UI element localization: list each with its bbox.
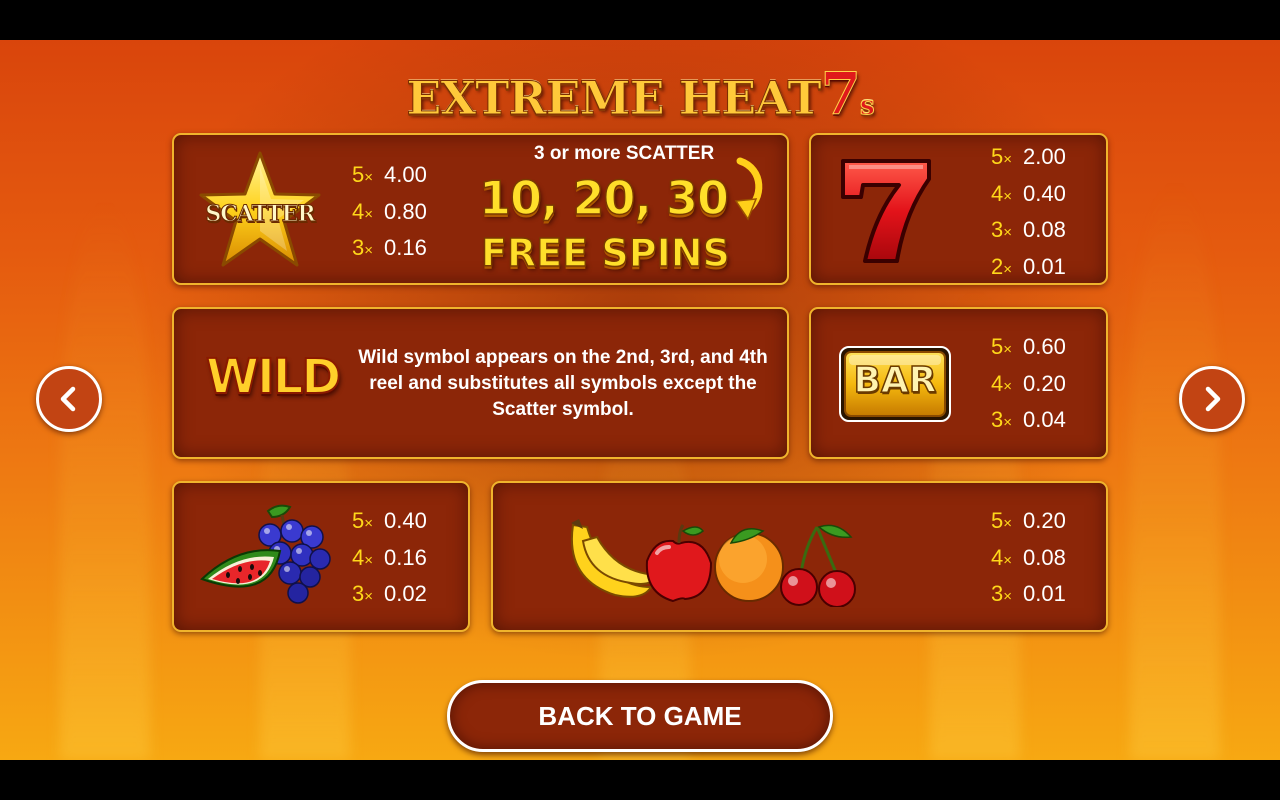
pay-row: 4× 0.40 xyxy=(991,180,1066,206)
pay-row: 3× 0.01 xyxy=(991,581,1066,606)
free-spins-label: FREE SPINS xyxy=(480,230,730,276)
back-to-game-label: BACK TO GAME xyxy=(538,700,742,731)
bar-paytable: 5× 0.60 4× 0.20 3× 0.04 xyxy=(991,330,1066,440)
flame-decoration xyxy=(1130,180,1220,760)
pay-row: 3× 0.02 xyxy=(352,581,427,606)
pay-row: 5× 0.20 xyxy=(991,508,1066,533)
pay-row: 2× 0.01 xyxy=(991,253,1066,279)
scatter-star-icon: SCATTER xyxy=(196,149,324,271)
scatter-paytable: 5× 4.00 4× 0.80 3× 0.16 xyxy=(352,158,427,268)
paytable-screen: EXTREME HEAT7s SCATTER 5× 4.00 4× 0.80 3× 0… xyxy=(0,40,1280,760)
curved-arrow-icon xyxy=(730,155,770,225)
pay-row: 3× 0.08 xyxy=(991,217,1066,242)
pay-row: 3× 0.16 xyxy=(352,235,427,260)
next-page-button[interactable] xyxy=(1179,366,1245,432)
chevron-left-icon xyxy=(60,386,76,412)
pay-row: 4× 0.80 xyxy=(352,198,427,224)
cherries-icon xyxy=(780,524,856,607)
wild-panel: WILD Wild symbol appears on the 2nd, 3rd… xyxy=(172,307,789,459)
bar-label: BAR xyxy=(853,359,938,402)
seven-paytable: 5× 2.00 4× 0.40 3× 0.08 2× 0.01 xyxy=(991,140,1066,286)
pay-row: 5× 0.40 xyxy=(352,508,427,533)
pay-row: 4× 0.20 xyxy=(991,370,1066,396)
pay-row: 3× 0.04 xyxy=(991,407,1066,432)
bar-panel: BAR 5× 0.60 4× 0.20 3× 0.04 xyxy=(809,307,1108,459)
back-to-game-button[interactable]: BACK TO GAME xyxy=(447,680,833,752)
bar-icon: BAR xyxy=(837,344,953,424)
flame-decoration xyxy=(60,200,150,760)
grapes-watermelon-paytable: 5× 0.40 4× 0.16 3× 0.02 xyxy=(352,504,427,614)
fruits-panel: 5× 0.20 4× 0.08 3× 0.01 xyxy=(491,481,1108,632)
chevron-right-icon xyxy=(1205,386,1221,412)
previous-page-button[interactable] xyxy=(36,366,102,432)
pay-row: 5× 4.00 xyxy=(352,162,427,187)
game-logo: EXTREME HEAT7s xyxy=(406,60,875,129)
pay-row: 5× 0.60 xyxy=(991,334,1066,359)
free-spins-numbers: 10, 20, 30 xyxy=(478,170,730,226)
pay-row: 4× 0.16 xyxy=(352,544,427,570)
pay-row: 5× 2.00 xyxy=(991,144,1066,169)
seven-icon xyxy=(835,155,935,267)
wild-symbol: WILD xyxy=(205,348,342,406)
wild-description: Wild symbol appears on the 2nd, 3rd, and… xyxy=(358,347,768,420)
orange-icon xyxy=(714,528,784,602)
free-spins-condition: 3 or more SCATTER xyxy=(534,143,715,164)
grapes-watermelon-icon xyxy=(198,501,332,611)
scatter-panel: SCATTER 5× 4.00 4× 0.80 3× 0.16 3 or more S… xyxy=(172,133,789,285)
banana-icon xyxy=(570,519,659,598)
apple-icon xyxy=(645,524,713,603)
pay-row: 4× 0.08 xyxy=(991,544,1066,570)
fruits-paytable: 5× 0.20 4× 0.08 3× 0.01 xyxy=(991,504,1066,614)
fruits-icon xyxy=(565,517,865,607)
scatter-label: SCATTER xyxy=(205,201,316,228)
grapes-watermelon-panel: 5× 0.40 4× 0.16 3× 0.02 xyxy=(172,481,470,632)
seven-panel: 5× 2.00 4× 0.40 3× 0.08 2× 0.01 xyxy=(809,133,1108,285)
